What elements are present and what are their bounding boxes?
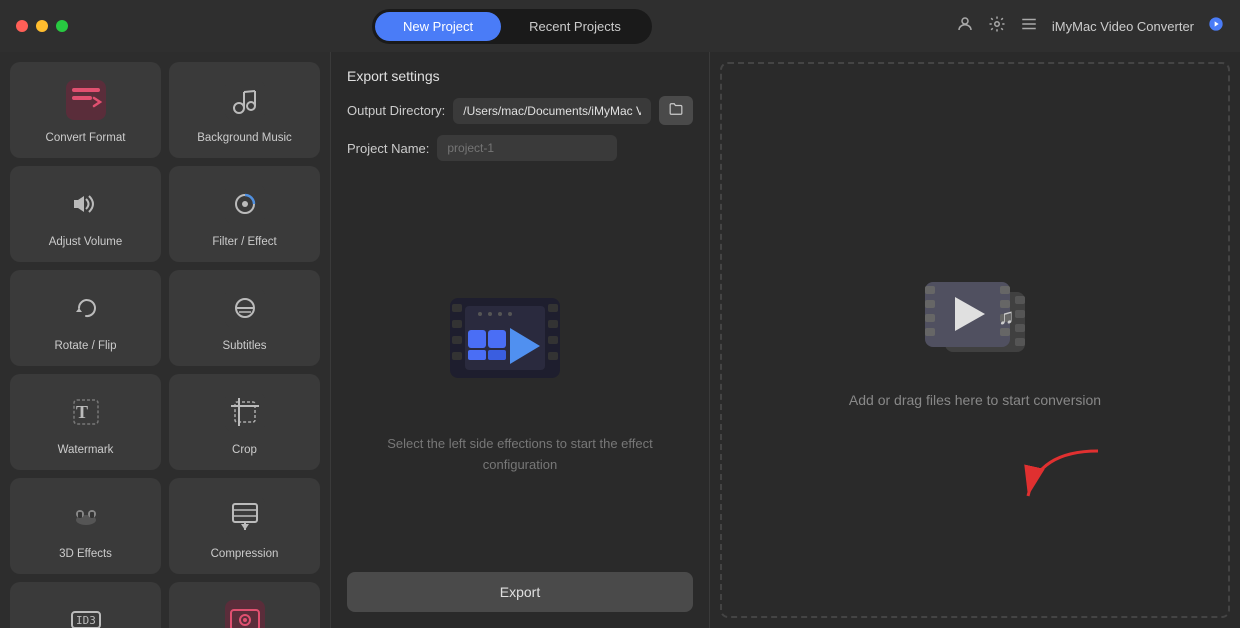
- drop-zone-content: ♫ Add or drag files here to start conver…: [849, 272, 1101, 408]
- music-icon: [221, 76, 269, 124]
- compression-icon: [221, 492, 269, 540]
- id3-icon: ID3: [62, 596, 110, 628]
- rotate-flip-label: Rotate / Flip: [55, 340, 117, 352]
- maximize-button[interactable]: [56, 20, 68, 32]
- center-panel: Export settings Output Directory: Projec…: [330, 52, 710, 628]
- sidebar-item-subtitles[interactable]: Subtitles: [169, 270, 320, 366]
- sidebar-item-compression[interactable]: Compression: [169, 478, 320, 574]
- output-dir-input[interactable]: [453, 98, 651, 124]
- crop-icon: [221, 388, 269, 436]
- compression-label: Compression: [211, 548, 279, 560]
- minimize-button[interactable]: [36, 20, 48, 32]
- drop-zone-icon: ♫: [910, 272, 1040, 372]
- filter-effect-label: Filter / Effect: [212, 236, 276, 248]
- settings-gear-icon[interactable]: [988, 15, 1006, 38]
- crop-label: Crop: [232, 444, 257, 456]
- effect-illustration: [410, 268, 630, 418]
- export-button[interactable]: Export: [347, 572, 693, 612]
- convert-format-label: Convert Format: [46, 132, 126, 144]
- tab-recent-projects[interactable]: Recent Projects: [501, 12, 649, 41]
- convert-icon: [62, 76, 110, 124]
- project-name-input[interactable]: [437, 135, 617, 161]
- menu-icon[interactable]: [1020, 15, 1038, 38]
- close-button[interactable]: [16, 20, 28, 32]
- app-name-label: iMyMac Video Converter: [1052, 19, 1194, 34]
- effect-preview: Select the left side effections to start…: [347, 181, 693, 562]
- effect-hint: Select the left side effections to start…: [387, 434, 652, 476]
- subtitles-icon: [221, 284, 269, 332]
- sidebar-item-crop[interactable]: Crop: [169, 374, 320, 470]
- rotate-icon: [62, 284, 110, 332]
- app-logo-icon: [1208, 16, 1224, 37]
- tab-group: New Project Recent Projects: [372, 9, 652, 44]
- 3d-effects-label: 3D Effects: [59, 548, 112, 560]
- arrow-indicator: [1018, 441, 1108, 516]
- main-area: Convert Format Background Music: [0, 52, 1240, 628]
- tab-new-project[interactable]: New Project: [375, 12, 501, 41]
- subtitles-label: Subtitles: [222, 340, 266, 352]
- watermark-label: Watermark: [58, 444, 114, 456]
- sidebar-item-watermark[interactable]: T Watermark: [10, 374, 161, 470]
- sidebar-item-background-music[interactable]: Background Music: [169, 62, 320, 158]
- sidebar: Convert Format Background Music: [0, 52, 330, 628]
- filter-icon: [221, 180, 269, 228]
- screenshot-icon: [221, 596, 269, 628]
- watermark-icon: T: [62, 388, 110, 436]
- project-name-label: Project Name:: [347, 141, 429, 156]
- folder-browse-button[interactable]: [659, 96, 693, 125]
- output-dir-label: Output Directory:: [347, 103, 445, 118]
- background-music-label: Background Music: [197, 132, 292, 144]
- volume-icon: [62, 180, 110, 228]
- sidebar-item-3d-effects[interactable]: 3D Effects: [10, 478, 161, 574]
- project-name-row: Project Name:: [347, 135, 693, 161]
- right-panel[interactable]: ♫ Add or drag files here to start conver…: [720, 62, 1230, 618]
- titlebar-right: iMyMac Video Converter: [956, 15, 1224, 38]
- svg-text:♫: ♫: [998, 304, 1015, 329]
- profile-icon[interactable]: [956, 15, 974, 38]
- sidebar-item-convert-format[interactable]: Convert Format: [10, 62, 161, 158]
- svg-text:ID3: ID3: [76, 614, 96, 627]
- svg-text:T: T: [76, 402, 88, 422]
- sidebar-item-rotate-flip[interactable]: Rotate / Flip: [10, 270, 161, 366]
- export-settings-title: Export settings: [347, 68, 693, 84]
- drop-hint-text: Add or drag files here to start conversi…: [849, 392, 1101, 408]
- adjust-volume-label: Adjust Volume: [49, 236, 123, 248]
- traffic-lights: [16, 20, 68, 32]
- sidebar-item-id3[interactable]: ID3 ID3: [10, 582, 161, 628]
- output-dir-row: Output Directory:: [347, 96, 693, 125]
- titlebar: New Project Recent Projects iMyMac Video…: [0, 0, 1240, 52]
- sidebar-item-adjust-volume[interactable]: Adjust Volume: [10, 166, 161, 262]
- sidebar-item-screenshot[interactable]: Screenshot: [169, 582, 320, 628]
- sidebar-item-filter-effect[interactable]: Filter / Effect: [169, 166, 320, 262]
- 3d-icon: [62, 492, 110, 540]
